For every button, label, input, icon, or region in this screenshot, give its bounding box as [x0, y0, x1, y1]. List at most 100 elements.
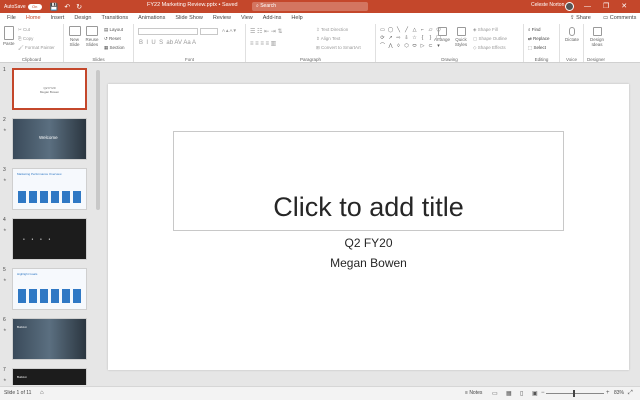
smartart-button[interactable]: ⊞ Convert to SmartArt: [316, 45, 361, 51]
redo-icon[interactable]: ↻: [76, 3, 82, 11]
thumbnail-scroll-thumb[interactable]: [96, 70, 100, 210]
drawing-group: ▭ ◯ ╲ ╱ △ ⌐ ▱ ⬠ ⟳ ↗ ⇨ ⇩ ☆{} ☐ ⌒ ⋀ ◊ ⬡ ⬭ ▷ ⊂ ▾ Arrange Quick…: [376, 24, 524, 62]
shape-effects-button[interactable]: ◇ Shape Effects: [473, 45, 506, 51]
comments-button[interactable]: ▭ Comments: [603, 13, 636, 23]
notes-button[interactable]: ≡ Notes: [465, 390, 482, 396]
thumbnail-7[interactable]: 7 ★ Build-in: [0, 367, 102, 385]
layout-button[interactable]: ▤ Layout: [104, 27, 123, 33]
close-icon[interactable]: ✕: [621, 0, 627, 13]
strike-button[interactable]: S: [159, 40, 163, 46]
tab-review[interactable]: Review: [208, 13, 236, 23]
font-group: A▲A▼ B I U S ab AV Aa A Font: [134, 24, 246, 62]
replace-button[interactable]: ⇄ Replace: [528, 36, 550, 42]
tab-animations[interactable]: Animations: [133, 13, 170, 23]
user-name[interactable]: Celeste Norton: [531, 2, 564, 8]
zoom-slider-handle[interactable]: [573, 390, 575, 397]
fit-to-window-icon[interactable]: ⤢: [628, 390, 633, 397]
comment-icon: ▭: [603, 15, 610, 21]
shape-outline-button[interactable]: ▢ Shape Outline: [473, 36, 507, 42]
paste-button[interactable]: Paste: [3, 26, 15, 46]
drawing-label: Drawing: [441, 57, 458, 62]
arrange-button[interactable]: Arrange: [434, 27, 450, 42]
search-box[interactable]: ⌕ Search: [252, 2, 368, 11]
design-ideas-icon: [592, 27, 602, 36]
slideshow-icon[interactable]: ▣: [532, 390, 538, 397]
cut-button[interactable]: ✂ Cut: [18, 27, 30, 33]
shape-fill-button[interactable]: ◈ Shape Fill: [473, 27, 498, 33]
reset-button[interactable]: ↺ Reset: [104, 36, 121, 42]
thumbnail-image[interactable]: Build-in: [12, 318, 87, 360]
font-grow-icon[interactable]: A▲A▼: [222, 28, 237, 33]
section-button[interactable]: ▦ Section: [104, 45, 125, 51]
star-icon: ★: [3, 227, 7, 232]
zoom-level[interactable]: 83%: [614, 390, 624, 396]
list-buttons[interactable]: ☰ ☷ ⇤ ⇥ ⇅: [250, 28, 283, 35]
underline-button[interactable]: U: [151, 40, 155, 46]
slide-count: Slide 1 of 11: [4, 390, 32, 396]
align-text-button[interactable]: ⇕ Align Text: [316, 36, 340, 42]
quick-styles-button[interactable]: Quick Styles: [453, 27, 469, 47]
arrange-icon: [437, 27, 447, 36]
shapes-gallery[interactable]: ▭ ◯ ╲ ╱ △ ⌐ ▱ ⬠ ⟳ ↗ ⇨ ⇩ ☆{} ☐ ⌒ ⋀ ◊ ⬡ ⬭ ▷ ⊂ ▾: [379, 27, 442, 50]
font-size-box[interactable]: [200, 28, 218, 35]
italic-button[interactable]: I: [146, 40, 148, 46]
tab-design[interactable]: Design: [69, 13, 96, 23]
font-label: Font: [184, 57, 194, 62]
thumbnail-3[interactable]: 3 ★ Marketing Performance Overview: [0, 167, 102, 213]
thumbnail-image[interactable]: Welcome: [12, 118, 87, 160]
thumbnail-6[interactable]: 6 ★ Build-in: [0, 317, 102, 363]
dictate-button[interactable]: Dictate: [562, 27, 582, 42]
tab-slide-show[interactable]: Slide Show: [170, 13, 208, 23]
slide-sorter-icon[interactable]: ▦: [506, 390, 512, 397]
format-painter-button[interactable]: 🖌 Format Painter: [18, 45, 55, 51]
star-icon: ★: [3, 127, 7, 132]
font-name-box[interactable]: [138, 28, 198, 35]
restore-icon[interactable]: ❐: [603, 0, 609, 13]
thumbnail-image[interactable]: Highlight Goals: [12, 268, 87, 310]
slide-subtitle-line-1[interactable]: Q2 FY20: [173, 236, 564, 250]
thumbnail-image[interactable]: Build-in: [12, 368, 87, 385]
reading-view-icon[interactable]: ▯: [520, 390, 523, 397]
undo-icon[interactable]: ↶: [64, 3, 70, 11]
slide-thumbnails-pane[interactable]: 1 Q2 FY20 Megan Bowen 2 ★ Welcome 3 ★ Ma…: [0, 64, 102, 385]
voice-label: Voice: [565, 57, 577, 62]
tab-insert[interactable]: Insert: [46, 13, 70, 23]
thumbnail-4[interactable]: 4 ★ ● ● ● ●: [0, 217, 102, 263]
text-direction-button[interactable]: ⇳ Text Direction: [316, 27, 348, 33]
autosave[interactable]: AutoSave On: [4, 3, 42, 10]
autosave-toggle[interactable]: On: [27, 3, 42, 10]
slide-subtitle-line-2[interactable]: Megan Bowen: [173, 256, 564, 270]
avatar[interactable]: [565, 2, 574, 11]
normal-view-icon[interactable]: ▭: [492, 390, 498, 397]
bold-button[interactable]: B: [139, 40, 143, 46]
design-ideas-button[interactable]: Design Ideas: [586, 27, 608, 47]
minimize-icon[interactable]: —: [584, 0, 591, 13]
tab-transitions[interactable]: Transitions: [96, 13, 133, 23]
new-slide-button[interactable]: New Slide: [67, 26, 82, 47]
align-buttons[interactable]: ≡ ≡ ≡ ≡ ▥: [250, 40, 276, 47]
tab-add-ins[interactable]: Add-ins: [258, 13, 287, 23]
reuse-slides-button[interactable]: Reuse Slides: [84, 26, 100, 47]
tab-help[interactable]: Help: [286, 13, 307, 23]
copy-button[interactable]: ⎘ Copy: [18, 36, 33, 41]
tab-file[interactable]: File: [2, 13, 21, 23]
accessibility-icon[interactable]: ⌂: [40, 390, 44, 396]
zoom-slider[interactable]: [546, 393, 604, 394]
thumbnail-image[interactable]: Q2 FY20 Megan Bowen: [12, 68, 87, 110]
find-button[interactable]: ⌕ Find: [528, 27, 541, 32]
select-button[interactable]: ⬚ Select: [528, 45, 546, 51]
zoom-out-icon[interactable]: −: [541, 390, 545, 396]
thumbnail-1[interactable]: 1 Q2 FY20 Megan Bowen: [0, 67, 102, 113]
thumbnail-image[interactable]: ● ● ● ●: [12, 218, 87, 260]
thumbnail-2[interactable]: 2 ★ Welcome: [0, 117, 102, 163]
save-icon[interactable]: 💾: [50, 3, 59, 11]
star-icon: ★: [3, 277, 7, 282]
thumbnail-5[interactable]: 5 ★ Highlight Goals: [0, 267, 102, 313]
tab-home[interactable]: Home: [20, 13, 46, 24]
document-title[interactable]: FY22 Marketing Review.pptx • Saved: [147, 2, 238, 8]
share-button[interactable]: ⇪ Share: [570, 13, 591, 23]
zoom-in-icon[interactable]: +: [606, 390, 610, 396]
slide-title-placeholder[interactable]: Click to add title: [173, 192, 564, 223]
tab-view[interactable]: View: [236, 13, 258, 23]
thumbnail-image[interactable]: Marketing Performance Overview: [12, 168, 87, 210]
